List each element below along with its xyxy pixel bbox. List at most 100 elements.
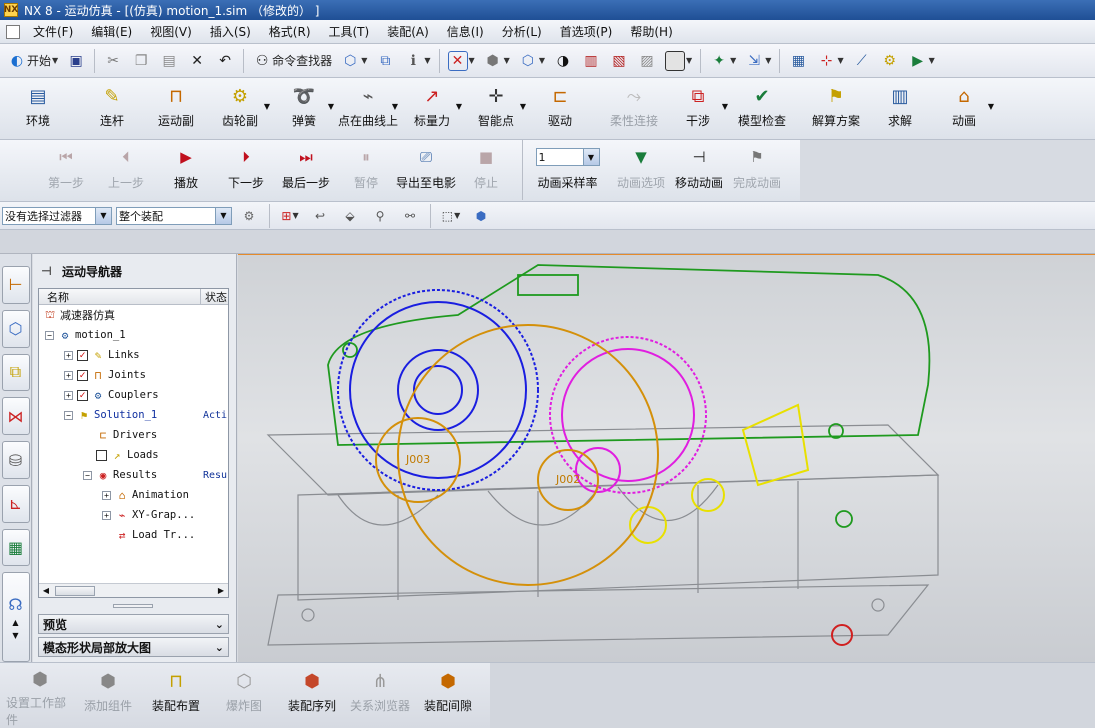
joint-button[interactable]: ⊓ 运动副 xyxy=(144,78,208,138)
assembly-arrangement-button[interactable]: ⊓ 装配布置 xyxy=(142,663,210,723)
menu-insert[interactable]: 插入(S) xyxy=(201,23,260,40)
checkbox-unchecked[interactable] xyxy=(96,449,107,461)
options-button[interactable]: ⚙ xyxy=(877,48,903,74)
smart-point-button[interactable]: ✛ 智能点 ▼ xyxy=(464,78,528,138)
snap-button[interactable]: ⟋ xyxy=(849,48,875,74)
menu-preferences[interactable]: 首选项(P) xyxy=(551,23,622,40)
select-all-button[interactable]: ↩ xyxy=(307,203,333,229)
tree-row-loads[interactable]: ↗ Loads xyxy=(39,445,228,465)
chevron-down-icon[interactable]: ▼ xyxy=(328,102,334,111)
save-button[interactable]: ▣ xyxy=(63,48,89,74)
scalar-force-button[interactable]: ↗ 标量力 ▼ xyxy=(400,78,464,138)
chevron-down-icon[interactable]: ▼ xyxy=(456,102,462,111)
set-work-part-button[interactable]: ⬢ 设置工作部件 xyxy=(6,663,74,727)
info-button[interactable]: ℹ ▼ xyxy=(400,48,433,74)
scroll-down-icon[interactable]: ▼ xyxy=(12,631,18,640)
splitter-handle[interactable] xyxy=(113,604,153,608)
csys-button[interactable]: ⊹ ▼ xyxy=(813,48,846,74)
tree-row-solution-1[interactable]: − ⚑ Solution_1 Acti xyxy=(39,405,228,425)
animation-button[interactable]: ⌂ 动画 ▼ xyxy=(932,78,996,138)
solve-button[interactable]: ▥ 求解 xyxy=(868,78,932,138)
animation-options-button[interactable]: ▼ 动画选项 xyxy=(612,140,670,200)
last-step-button[interactable]: ⏭ 最后一步 xyxy=(276,140,336,200)
hidden-button[interactable]: ▨ xyxy=(634,48,660,74)
constraint-navigator-tab[interactable]: ⧉ xyxy=(1,353,30,392)
export-movie-button[interactable]: ⎚ 导出至电影 xyxy=(396,140,456,200)
graphics-window[interactable]: J003 J002 xyxy=(238,254,1095,662)
add-component-button[interactable]: ⬢ 添加组件 xyxy=(74,663,142,723)
checkbox-checked[interactable]: ✓ xyxy=(77,369,88,381)
tree-row-results[interactable]: − ◉ Results Resu xyxy=(39,465,228,485)
menu-tools[interactable]: 工具(T) xyxy=(320,23,379,40)
expand-toggle-icon[interactable]: − xyxy=(83,470,92,480)
sample-rate-combo[interactable]: 1 ▼ xyxy=(535,148,600,166)
component-select-button[interactable]: ⬢ xyxy=(468,203,494,229)
paste-button[interactable]: ▤ xyxy=(156,48,182,74)
command-finder-button[interactable]: ⚇ 命令查找器 xyxy=(249,48,335,74)
filter-settings-button[interactable]: ⚙ xyxy=(236,203,262,229)
solution-button[interactable]: ⚑ 解算方案 xyxy=(804,78,868,138)
select-edge-button[interactable]: ⚯ xyxy=(397,203,423,229)
menu-format[interactable]: 格式(R) xyxy=(260,23,320,40)
assembly-navigator-tab[interactable]: ⬡ xyxy=(1,309,30,348)
scroll-left-icon[interactable]: ◀ xyxy=(39,585,53,597)
tree-row-load-tr[interactable]: ⇄ Load Tr... xyxy=(39,525,228,545)
model-check-button[interactable]: ✔ 模型检查 xyxy=(730,78,794,138)
delete-button[interactable]: ✕ xyxy=(184,48,210,74)
link-button[interactable]: ✎ 连杆 xyxy=(80,78,144,138)
tree-row-couplers[interactable]: + ✓ ⚙ Couplers xyxy=(39,385,228,405)
next-step-button[interactable]: ⏵ 下一步 xyxy=(216,140,276,200)
select-face-button[interactable]: ⚲ xyxy=(367,203,393,229)
chevron-down-icon[interactable]: ▼ xyxy=(520,102,526,111)
menu-information[interactable]: 信息(I) xyxy=(438,23,493,40)
background-button[interactable]: ▼ xyxy=(662,48,695,74)
start-button[interactable]: ◐ 开始 ▼ xyxy=(4,48,61,74)
assembly-sequence-button[interactable]: ⬢ 装配序列 xyxy=(278,663,346,723)
horizontal-scrollbar[interactable]: ◀ ▶ xyxy=(39,583,228,597)
history-tab[interactable]: ⊾ xyxy=(1,484,30,523)
tree-row-xy-grap[interactable]: + ⌁ XY-Grap... xyxy=(39,505,228,525)
move-button[interactable]: ⇲ ▼ xyxy=(741,48,774,74)
expand-toggle-icon[interactable]: + xyxy=(64,350,73,360)
assembly-clearance-button[interactable]: ⬢ 装配间隙 xyxy=(414,663,482,723)
tree-row-drivers[interactable]: ⊏ Drivers xyxy=(39,425,228,445)
exploded-view-button[interactable]: ⬡ 爆炸图 xyxy=(210,663,278,723)
checkbox-checked[interactable]: ✓ xyxy=(77,389,88,401)
environment-button[interactable]: ▤ 环境 xyxy=(6,78,70,138)
chevron-down-icon[interactable]: ▼ xyxy=(722,102,728,111)
roles-tab[interactable]: ☊ ▲ ▼ xyxy=(1,572,30,662)
rect-select-button[interactable]: ⬚ ▼ xyxy=(438,203,464,229)
palette-tab[interactable]: ▦ xyxy=(1,528,30,567)
undo-button[interactable]: ↶ xyxy=(212,48,238,74)
more-button[interactable]: ▶ ▼ xyxy=(905,48,938,74)
motion-navigator-tab[interactable]: ⊢ xyxy=(1,266,30,304)
play-button[interactable]: ▶ 播放 xyxy=(156,140,216,200)
snap-point-button[interactable]: ⊞ ▼ xyxy=(277,203,303,229)
move-animation-button[interactable]: ⊣ 移动动画 xyxy=(670,140,728,200)
pause-button[interactable]: ⏸ 暂停 xyxy=(336,140,396,200)
chevron-down-icon[interactable]: ▼ xyxy=(264,102,270,111)
stop-button[interactable]: ■ 停止 xyxy=(456,140,516,200)
pan-button[interactable]: ⬢ ▼ xyxy=(480,48,513,74)
mode-shape-panel-header[interactable]: 模态形状局部放大图 ⌄ xyxy=(38,637,229,657)
tree-row-animation[interactable]: + ⌂ Animation xyxy=(39,485,228,505)
tree-row-links[interactable]: + ✓ ✎ Links xyxy=(39,345,228,365)
flexible-link-button[interactable]: ⤳ 柔性连接 xyxy=(602,78,666,138)
preview-panel-header[interactable]: 预览 ⌄ xyxy=(38,614,229,634)
interference-button[interactable]: ⧉ 干涉 ▼ xyxy=(666,78,730,138)
copy-button[interactable]: ❐ xyxy=(128,48,154,74)
wcs-button[interactable]: ✦ ▼ xyxy=(706,48,739,74)
render-style-button[interactable]: ⬡ ▼ xyxy=(515,48,548,74)
app-menu-icon[interactable] xyxy=(6,24,20,39)
menu-analysis[interactable]: 分析(L) xyxy=(493,23,551,40)
column-status-header[interactable]: 状态 xyxy=(201,289,228,304)
table-button[interactable]: ▦ xyxy=(785,48,811,74)
expand-toggle-icon[interactable]: − xyxy=(45,330,54,340)
expand-toggle-icon[interactable]: + xyxy=(64,370,73,380)
column-name-header[interactable]: 名称 xyxy=(39,289,201,304)
selection-filter-combo[interactable]: 没有选择过滤器 ▼ xyxy=(2,206,112,225)
expand-toggle-icon[interactable]: − xyxy=(64,410,73,420)
tree-root-row[interactable]: ⛫ 减速器仿真 xyxy=(39,305,228,325)
fit-button[interactable]: ✕ ▼ xyxy=(445,48,478,74)
expand-toggle-icon[interactable]: + xyxy=(64,390,73,400)
